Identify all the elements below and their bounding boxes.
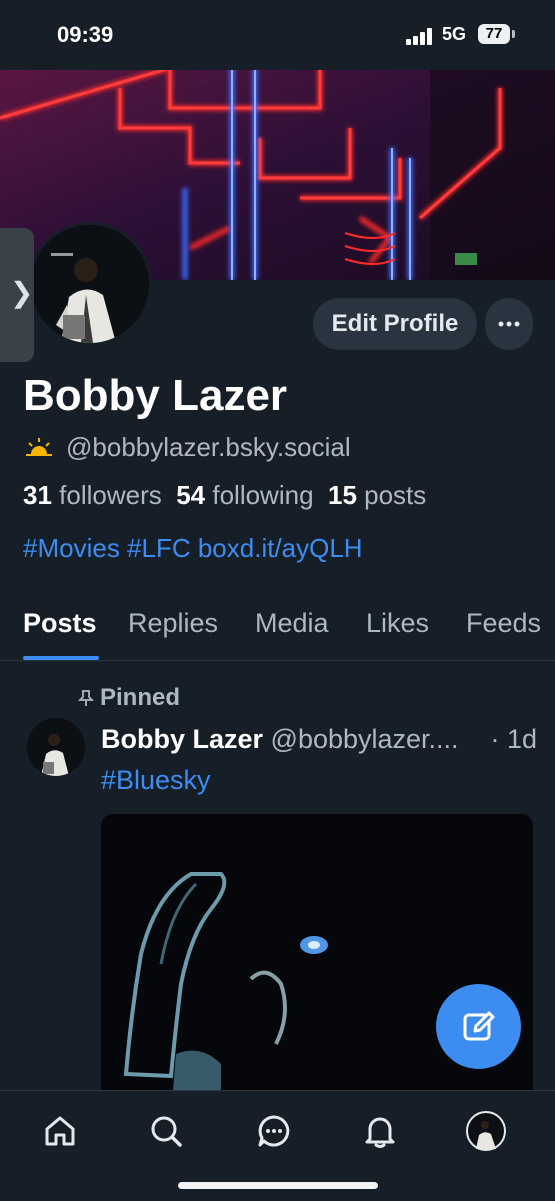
post-timestamp[interactable]: · 1d [490, 724, 537, 755]
post-author-handle[interactable]: @bobbylazer.... [271, 724, 459, 754]
chevron-right-icon: ❯ [10, 277, 34, 308]
pinned-label: Pinned [100, 684, 181, 711]
profile-handle: @bobbylazer.bsky.social [66, 431, 351, 462]
nav-notifications[interactable] [360, 1111, 400, 1151]
chat-icon [258, 1115, 290, 1147]
bell-icon [365, 1117, 395, 1148]
compose-icon [463, 1011, 494, 1040]
post-hashtag[interactable]: #Bluesky [101, 765, 211, 796]
battery-icon: 77 [478, 24, 510, 44]
signal-icon [406, 28, 432, 45]
pin-icon [78, 690, 94, 706]
tab-media[interactable]: Media [255, 608, 329, 639]
profile-name: Bobby Lazer [23, 371, 288, 420]
avatar[interactable] [28, 222, 152, 346]
profile-avatar-icon [466, 1111, 506, 1151]
tab-likes[interactable]: Likes [366, 608, 429, 639]
ellipsis-icon [498, 321, 520, 327]
following-label: following [212, 480, 314, 510]
drawer-toggle[interactable]: ❯ [0, 228, 34, 362]
nav-search[interactable] [146, 1111, 186, 1151]
clock: 09:39 [57, 22, 114, 47]
handle-row: @bobbylazer.bsky.social [24, 432, 351, 462]
following-link[interactable]: 54 following [176, 480, 313, 510]
tab-posts[interactable]: Posts [23, 608, 97, 639]
followers-label: followers [59, 480, 162, 510]
profile-tabs: Posts Replies Media Likes Feeds [0, 600, 555, 661]
status-bar: 09:39 5G 77 [0, 0, 555, 70]
pinned-indicator: Pinned [78, 684, 180, 712]
network-type: 5G [442, 24, 467, 44]
post-header: Bobby Lazer @bobbylazer.... · 1d [101, 724, 537, 755]
edit-profile-button[interactable]: Edit Profile [313, 298, 477, 350]
nav-home[interactable] [40, 1111, 80, 1151]
post-image[interactable] [101, 814, 533, 1114]
following-count: 54 [176, 480, 206, 510]
sun-icon [26, 438, 52, 456]
more-options-button[interactable] [485, 298, 533, 350]
compose-post-button[interactable] [436, 984, 521, 1069]
nav-chat[interactable] [254, 1111, 294, 1151]
followers-link[interactable]: 31 followers [23, 480, 162, 510]
tab-feeds[interactable]: Feeds [466, 608, 541, 639]
post-author-name[interactable]: Bobby Lazer [101, 724, 263, 754]
battery-cap [512, 30, 515, 38]
post-author-avatar[interactable] [27, 718, 85, 776]
search-icon [151, 1116, 182, 1147]
home-indicator [178, 1182, 378, 1189]
posts-label: posts [364, 480, 427, 510]
profile-stats: 31 followers 54 following 15 posts [23, 480, 426, 511]
posts-count: 15 [327, 480, 357, 510]
followers-count: 31 [23, 480, 52, 510]
home-icon [45, 1116, 75, 1146]
tab-replies[interactable]: Replies [128, 608, 218, 639]
profile-bio[interactable]: #Movies #LFC boxd.it/ayQLH [23, 533, 363, 564]
nav-profile[interactable] [466, 1111, 506, 1151]
active-tab-indicator [23, 656, 99, 660]
